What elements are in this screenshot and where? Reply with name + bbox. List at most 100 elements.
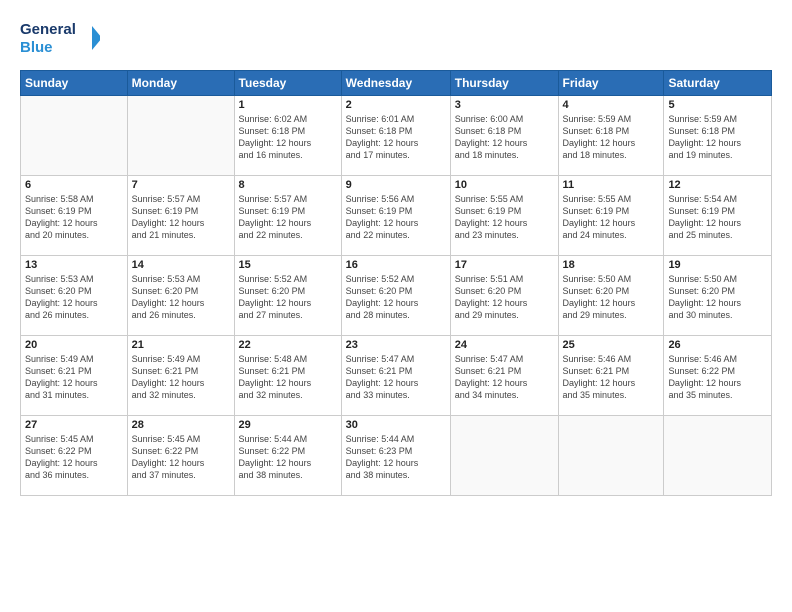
calendar-cell: 6Sunrise: 5:58 AM Sunset: 6:19 PM Daylig… [21,176,128,256]
day-info: Sunrise: 5:44 AM Sunset: 6:22 PM Dayligh… [239,433,337,482]
week-row-3: 13 Sunrise: 5:53 AM Sunset: 6:20 PM Dayli… [21,256,772,336]
svg-text:General: General [20,21,76,38]
day-info: Sunrise: 6:02 AM Sunset: 6:18 PM Dayligh… [239,113,337,162]
logo-svg: General Blue [20,16,100,60]
day-number: 11 [563,179,660,191]
calendar-cell: 18 Sunrise: 5:50 AM Sunset: 6:20 PM Dayli… [558,256,664,336]
week-row-4: 20Sunrise: 5:49 AM Sunset: 6:21 PM Dayli… [21,336,772,416]
day-number: 18 [563,259,660,271]
calendar-cell: 8Sunrise: 5:57 AM Sunset: 6:19 PM Daylig… [234,176,341,256]
day-info: Sunrise: 5:51 AM Sunset: 6:20 PM Dayligh… [455,273,554,322]
day-info: Sunrise: 5:47 AM Sunset: 6:21 PM Dayligh… [455,353,554,402]
day-info: Sunrise: 5:49 AM Sunset: 6:21 PM Dayligh… [132,353,230,402]
calendar-cell: 11 Sunrise: 5:55 AM Sunset: 6:19 PM Dayli… [558,176,664,256]
day-info: Sunrise: 5:46 AM Sunset: 6:22 PM Dayligh… [668,353,767,402]
calendar-cell: 7Sunrise: 5:57 AM Sunset: 6:19 PM Daylig… [127,176,234,256]
calendar-cell: 4 Sunrise: 5:59 AM Sunset: 6:18 PM Daylig… [558,96,664,176]
weekday-header-tuesday: Tuesday [234,71,341,96]
calendar-cell: 17 Sunrise: 5:51 AM Sunset: 6:20 PM Dayli… [450,256,558,336]
day-number: 4 [563,99,660,111]
day-info: Sunrise: 5:45 AM Sunset: 6:22 PM Dayligh… [25,433,123,482]
weekday-header-thursday: Thursday [450,71,558,96]
week-row-1: 1 Sunrise: 6:02 AM Sunset: 6:18 PM Daylig… [21,96,772,176]
day-number: 25 [563,339,660,351]
week-row-2: 6Sunrise: 5:58 AM Sunset: 6:19 PM Daylig… [21,176,772,256]
day-number: 29 [239,419,337,431]
day-number: 14 [132,259,230,271]
calendar-cell: 13 Sunrise: 5:53 AM Sunset: 6:20 PM Dayli… [21,256,128,336]
weekday-header-saturday: Saturday [664,71,772,96]
day-number: 30 [346,419,446,431]
calendar-cell: 3 Sunrise: 6:00 AM Sunset: 6:18 PM Daylig… [450,96,558,176]
day-number: 15 [239,259,337,271]
day-number: 2 [346,99,446,111]
calendar-cell: 12 Sunrise: 5:54 AM Sunset: 6:19 PM Dayli… [664,176,772,256]
day-info: Sunrise: 5:44 AM Sunset: 6:23 PM Dayligh… [346,433,446,482]
calendar-cell: 29 Sunrise: 5:44 AM Sunset: 6:22 PM Dayli… [234,416,341,496]
day-number: 17 [455,259,554,271]
calendar: SundayMondayTuesdayWednesdayThursdayFrid… [20,70,772,496]
day-info: Sunrise: 5:47 AM Sunset: 6:21 PM Dayligh… [346,353,446,402]
day-number: 5 [668,99,767,111]
calendar-cell: 9 Sunrise: 5:56 AM Sunset: 6:19 PM Daylig… [341,176,450,256]
day-number: 27 [25,419,123,431]
day-number: 6 [25,179,123,191]
day-number: 3 [455,99,554,111]
logo: General Blue [20,16,100,60]
day-number: 19 [668,259,767,271]
calendar-cell: 23 Sunrise: 5:47 AM Sunset: 6:21 PM Dayli… [341,336,450,416]
day-number: 13 [25,259,123,271]
day-info: Sunrise: 5:45 AM Sunset: 6:22 PM Dayligh… [132,433,230,482]
day-info: Sunrise: 5:49 AM Sunset: 6:21 PM Dayligh… [25,353,123,402]
calendar-cell: 10 Sunrise: 5:55 AM Sunset: 6:19 PM Dayli… [450,176,558,256]
day-info: Sunrise: 5:55 AM Sunset: 6:19 PM Dayligh… [455,193,554,242]
day-info: Sunrise: 5:54 AM Sunset: 6:19 PM Dayligh… [668,193,767,242]
day-info: Sunrise: 5:59 AM Sunset: 6:18 PM Dayligh… [563,113,660,162]
calendar-cell: 30 Sunrise: 5:44 AM Sunset: 6:23 PM Dayli… [341,416,450,496]
page: General Blue SundayMondayTuesdayWednesda… [0,0,792,612]
calendar-cell: 1 Sunrise: 6:02 AM Sunset: 6:18 PM Daylig… [234,96,341,176]
calendar-cell: 20Sunrise: 5:49 AM Sunset: 6:21 PM Dayli… [21,336,128,416]
calendar-cell [558,416,664,496]
day-info: Sunrise: 5:53 AM Sunset: 6:20 PM Dayligh… [132,273,230,322]
day-info: Sunrise: 5:55 AM Sunset: 6:19 PM Dayligh… [563,193,660,242]
calendar-cell: 5 Sunrise: 5:59 AM Sunset: 6:18 PM Daylig… [664,96,772,176]
day-info: Sunrise: 5:59 AM Sunset: 6:18 PM Dayligh… [668,113,767,162]
day-info: Sunrise: 5:50 AM Sunset: 6:20 PM Dayligh… [563,273,660,322]
day-info: Sunrise: 5:56 AM Sunset: 6:19 PM Dayligh… [346,193,446,242]
day-info: Sunrise: 6:01 AM Sunset: 6:18 PM Dayligh… [346,113,446,162]
calendar-cell: 27 Sunrise: 5:45 AM Sunset: 6:22 PM Dayli… [21,416,128,496]
day-info: Sunrise: 5:48 AM Sunset: 6:21 PM Dayligh… [239,353,337,402]
day-number: 10 [455,179,554,191]
day-info: Sunrise: 5:46 AM Sunset: 6:21 PM Dayligh… [563,353,660,402]
calendar-cell: 15 Sunrise: 5:52 AM Sunset: 6:20 PM Dayli… [234,256,341,336]
calendar-cell [450,416,558,496]
weekday-header-monday: Monday [127,71,234,96]
day-number: 16 [346,259,446,271]
day-number: 9 [346,179,446,191]
day-number: 8 [239,179,337,191]
calendar-cell: 2 Sunrise: 6:01 AM Sunset: 6:18 PM Daylig… [341,96,450,176]
day-info: Sunrise: 5:50 AM Sunset: 6:20 PM Dayligh… [668,273,767,322]
day-number: 12 [668,179,767,191]
day-number: 1 [239,99,337,111]
calendar-cell: 19 Sunrise: 5:50 AM Sunset: 6:20 PM Dayli… [664,256,772,336]
day-info: Sunrise: 5:53 AM Sunset: 6:20 PM Dayligh… [25,273,123,322]
day-info: Sunrise: 5:52 AM Sunset: 6:20 PM Dayligh… [239,273,337,322]
calendar-cell: 14 Sunrise: 5:53 AM Sunset: 6:20 PM Dayli… [127,256,234,336]
svg-text:Blue: Blue [20,39,53,56]
day-number: 23 [346,339,446,351]
calendar-cell: 26 Sunrise: 5:46 AM Sunset: 6:22 PM Dayli… [664,336,772,416]
weekday-header-row: SundayMondayTuesdayWednesdayThursdayFrid… [21,71,772,96]
calendar-cell [21,96,128,176]
weekday-header-friday: Friday [558,71,664,96]
calendar-cell: 21 Sunrise: 5:49 AM Sunset: 6:21 PM Dayli… [127,336,234,416]
weekday-header-sunday: Sunday [21,71,128,96]
day-number: 21 [132,339,230,351]
day-number: 7 [132,179,230,191]
weekday-header-wednesday: Wednesday [341,71,450,96]
day-info: Sunrise: 6:00 AM Sunset: 6:18 PM Dayligh… [455,113,554,162]
day-number: 26 [668,339,767,351]
day-number: 28 [132,419,230,431]
calendar-cell: 16Sunrise: 5:52 AM Sunset: 6:20 PM Dayli… [341,256,450,336]
